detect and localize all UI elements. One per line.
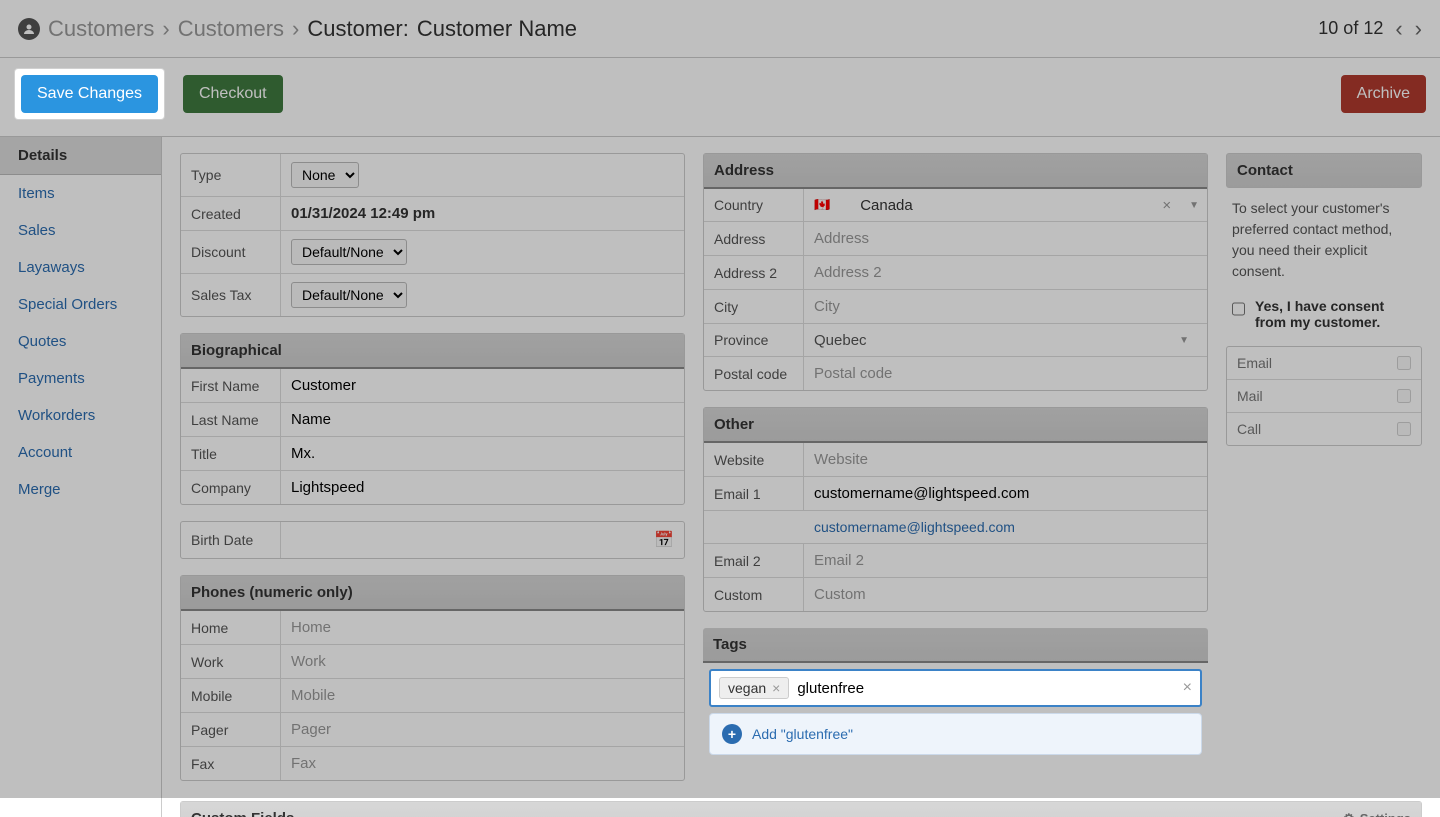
bio-header: Biographical [181, 334, 684, 369]
birthdate-section: Birth Date📅 [180, 521, 685, 559]
chevron-right-icon[interactable]: › [1415, 16, 1422, 42]
phone-pager-field[interactable] [291, 721, 674, 738]
chevron-right-icon: › [162, 16, 169, 42]
postal-code-field[interactable] [814, 365, 1197, 382]
checkout-button[interactable]: Checkout [183, 75, 283, 113]
remove-tag-icon[interactable]: × [772, 680, 780, 696]
breadcrumb-root[interactable]: Customers [48, 16, 154, 42]
last-name-field[interactable] [291, 411, 674, 428]
phones-section: Phones (numeric only) Home Work Mobile P… [180, 575, 685, 781]
sidebar-item-sales[interactable]: Sales [0, 212, 161, 249]
chevron-down-icon[interactable]: ▼ [1179, 335, 1197, 346]
chevron-down-icon[interactable]: ▼ [1189, 200, 1207, 211]
tag-text-input[interactable] [797, 680, 1174, 697]
salestax-label: Sales Tax [181, 274, 281, 316]
flag-icon: 🇨🇦 [814, 197, 830, 213]
plus-circle-icon: + [722, 724, 742, 744]
type-label: Type [181, 154, 281, 196]
phones-header: Phones (numeric only) [181, 576, 684, 611]
custom-fields-section: Custom Fields ⚙ Settings [180, 801, 1422, 817]
other-section: Other Website Email 1 customername@light… [703, 407, 1208, 612]
contact-note: To select your customer's preferred cont… [1226, 188, 1422, 292]
type-select[interactable]: None [291, 162, 359, 188]
contact-section: Contact To select your customer's prefer… [1226, 153, 1422, 446]
sidebar-item-items[interactable]: Items [0, 175, 161, 212]
email1-field[interactable] [814, 485, 1197, 502]
save-button[interactable]: Save Changes [21, 75, 158, 113]
sidebar-item-details[interactable]: Details [0, 137, 161, 175]
city-field[interactable] [814, 298, 1197, 315]
sidebar-item-layaways[interactable]: Layaways [0, 249, 161, 286]
tags-section: Tags vegan× × + Add "glutenfree" [703, 628, 1208, 755]
tags-input[interactable]: vegan× × [709, 669, 1202, 707]
sidebar-item-merge[interactable]: Merge [0, 471, 161, 508]
pager-count: 10 of 12 [1318, 18, 1383, 39]
consent-row: Yes, I have consent from my customer. [1226, 292, 1422, 336]
discount-label: Discount [181, 231, 281, 273]
consent-checkbox[interactable] [1232, 301, 1245, 317]
breadcrumb-prefix: Customer: [307, 16, 408, 42]
salestax-select[interactable]: Default/None [291, 282, 407, 308]
breadcrumb-name: Customer Name [417, 16, 577, 42]
contact-mail-checkbox[interactable] [1397, 389, 1411, 403]
title-field[interactable] [291, 445, 674, 462]
sidebar-item-payments[interactable]: Payments [0, 360, 161, 397]
gear-icon: ⚙ [1343, 811, 1355, 817]
birthdate-field[interactable] [291, 532, 654, 549]
user-icon [18, 18, 40, 40]
address-field[interactable] [814, 230, 1197, 247]
first-name-field[interactable] [291, 377, 674, 394]
contact-methods: Email Mail Call [1226, 346, 1422, 446]
email1-link[interactable]: customername@lightspeed.com [814, 519, 1015, 535]
sidebar: Details Items Sales Layaways Special Ord… [0, 137, 162, 817]
website-field[interactable] [814, 451, 1197, 468]
phone-mobile-field[interactable] [291, 687, 674, 704]
sidebar-item-quotes[interactable]: Quotes [0, 323, 161, 360]
address-section: Address Country 🇨🇦 Canada × ▼ Addr [703, 153, 1208, 391]
clear-country-icon[interactable]: × [1156, 197, 1177, 214]
contact-email-checkbox[interactable] [1397, 356, 1411, 370]
chevron-right-icon: › [292, 16, 299, 42]
bio-section: Biographical First Name Last Name Title … [180, 333, 685, 505]
archive-button[interactable]: Archive [1341, 75, 1426, 113]
discount-select[interactable]: Default/None [291, 239, 407, 265]
save-button-highlight: Save Changes [14, 68, 165, 120]
clear-tags-icon[interactable]: × [1183, 679, 1192, 697]
custom-fields-settings[interactable]: ⚙ Settings [1343, 811, 1411, 817]
address2-field[interactable] [814, 264, 1197, 281]
company-field[interactable] [291, 479, 674, 496]
country-select[interactable]: 🇨🇦 Canada × ▼ [804, 197, 1207, 214]
phone-home-field[interactable] [291, 619, 674, 636]
province-select[interactable]: Quebec ▼ [804, 332, 1207, 349]
breadcrumb-section[interactable]: Customers [178, 16, 284, 42]
phone-fax-field[interactable] [291, 755, 674, 772]
phone-work-field[interactable] [291, 653, 674, 670]
sidebar-item-special-orders[interactable]: Special Orders [0, 286, 161, 323]
calendar-icon[interactable]: 📅 [654, 530, 674, 550]
created-value: 01/31/2024 12:49 pm [281, 197, 684, 230]
email2-field[interactable] [814, 552, 1197, 569]
breadcrumb: Customers › Customers › Customer: Custom… [0, 0, 1440, 58]
tag-chip: vegan× [719, 677, 789, 699]
sidebar-item-workorders[interactable]: Workorders [0, 397, 161, 434]
action-bar: Save Changes Checkout Archive [0, 58, 1440, 137]
details-section: Type None Created 01/31/2024 12:49 pm Di… [180, 153, 685, 317]
custom-field[interactable] [814, 586, 1197, 603]
chevron-left-icon[interactable]: ‹ [1395, 16, 1402, 42]
add-tag-suggestion[interactable]: + Add "glutenfree" [709, 713, 1202, 755]
sidebar-item-account[interactable]: Account [0, 434, 161, 471]
contact-call-checkbox[interactable] [1397, 422, 1411, 436]
created-label: Created [181, 197, 281, 230]
